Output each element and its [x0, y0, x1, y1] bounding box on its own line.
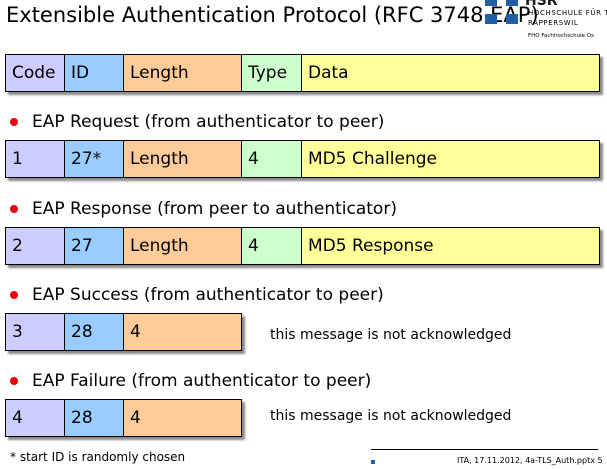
success-heading: EAP Success (from authenticator to peer) — [10, 285, 384, 305]
response-heading: EAP Response (from peer to authenticator… — [10, 199, 397, 219]
id-field: ID — [64, 54, 124, 92]
code-field: 3 — [5, 313, 65, 351]
request-heading: EAP Request (from authenticator to peer) — [10, 112, 384, 132]
logo-square-icon — [485, 14, 497, 24]
data-field: MD5 Response — [301, 227, 600, 265]
data-field: MD5 Challenge — [301, 140, 600, 178]
footer-divider — [371, 449, 598, 450]
length-field: Length — [123, 54, 242, 92]
eap-success-row: 3 28 4 — [5, 313, 242, 351]
length-field: Length — [123, 140, 242, 178]
type-field: 4 — [241, 227, 302, 265]
success-note: this message is not acknowledged — [270, 327, 512, 343]
bullet-icon — [10, 118, 18, 126]
type-field: 4 — [241, 140, 302, 178]
logo-square-icon — [506, 0, 518, 6]
code-field: 4 — [5, 399, 65, 437]
eap-header-row: Code ID Length Type Data — [5, 54, 600, 92]
logo-line-2: RAPPERSWIL — [528, 19, 579, 27]
type-field: Type — [241, 54, 302, 92]
bullet-icon — [10, 291, 18, 299]
eap-failure-row: 4 28 4 — [5, 399, 242, 437]
hsr-logo: HSR HOCHSCHULE FÜR T RAPPERSWIL FHO Fach… — [485, 0, 607, 46]
eap-request-row: 1 27* Length 4 MD5 Challenge — [5, 140, 600, 178]
request-heading-text: EAP Request (from authenticator to peer) — [32, 112, 385, 132]
code-field: 2 — [5, 227, 65, 265]
logo-square-icon — [485, 0, 497, 6]
slide-footer: ITA, 17.11.2012, 4a-TLS_Auth.pptx 5 — [457, 456, 603, 465]
logo-square-icon — [506, 14, 518, 24]
id-field: 27 — [64, 227, 124, 265]
failure-heading: EAP Failure (from authenticator to peer) — [10, 371, 371, 391]
logo-line-3: FHO Fachhochschule Os — [528, 33, 594, 39]
bullet-icon — [10, 205, 18, 213]
slide-title: Extensible Authentication Protocol (RFC … — [6, 3, 539, 27]
logo-line-1: HOCHSCHULE FÜR T — [528, 9, 607, 17]
failure-heading-text: EAP Failure (from authenticator to peer) — [32, 371, 372, 391]
logo-brand: HSR — [525, 0, 558, 9]
code-field: Code — [5, 54, 65, 92]
length-field: Length — [123, 227, 242, 265]
bullet-icon — [10, 377, 18, 385]
failure-note: this message is not acknowledged — [270, 408, 512, 424]
footnote: * start ID is randomly chosen — [10, 450, 186, 464]
id-field: 28 — [64, 399, 124, 437]
response-heading-text: EAP Response (from peer to authenticator… — [32, 199, 397, 219]
eap-response-row: 2 27 Length 4 MD5 Response — [5, 227, 600, 265]
id-field: 27* — [64, 140, 124, 178]
code-field: 1 — [5, 140, 65, 178]
length-field: 4 — [123, 399, 242, 437]
data-field: Data — [301, 54, 600, 92]
id-field: 28 — [64, 313, 124, 351]
footer-square-icon — [371, 460, 375, 464]
success-heading-text: EAP Success (from authenticator to peer) — [32, 285, 384, 305]
length-field: 4 — [123, 313, 242, 351]
